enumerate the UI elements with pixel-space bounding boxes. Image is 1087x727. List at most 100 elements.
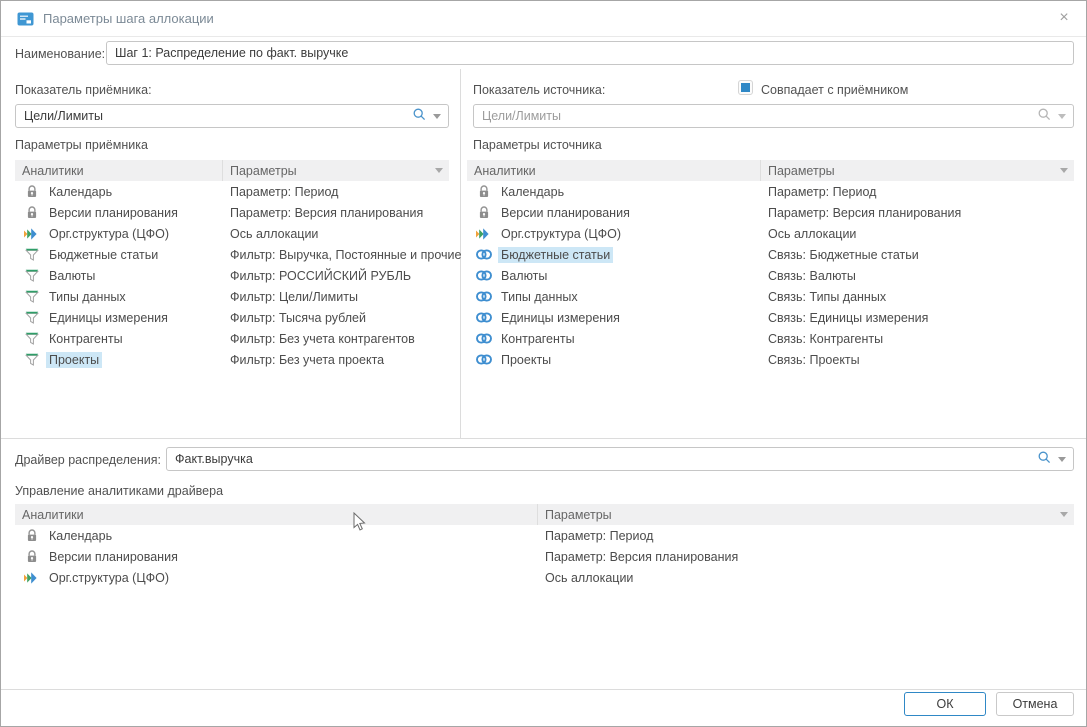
row-label: Типы данных — [46, 289, 129, 305]
link-icon — [475, 291, 492, 302]
dialog-form-icon — [17, 12, 34, 26]
filter-icon — [23, 353, 40, 366]
column-filter-button[interactable] — [1054, 504, 1074, 525]
table-row[interactable]: ПроектыСвязь: Проекты — [467, 349, 1074, 370]
row-param: Фильтр: Тысяча рублей — [223, 311, 449, 325]
row-label: Орг.структура (ЦФО) — [46, 570, 172, 586]
match-receiver-checkbox-label: Совпадает с приёмником — [761, 83, 908, 97]
row-label: Контрагенты — [46, 331, 126, 347]
table-row[interactable]: Орг.структура (ЦФО) Ось аллокации — [15, 223, 449, 244]
table-row[interactable]: Единицы измеренияФильтр: Тысяча рублей — [15, 307, 449, 328]
receiver-section-title: Параметры приёмника — [15, 138, 148, 152]
chevron-down-icon — [1060, 512, 1068, 517]
row-param: Фильтр: Без учета проекта — [223, 353, 449, 367]
column-header-parameters: Параметры — [538, 508, 1054, 522]
column-filter-button[interactable] — [429, 160, 449, 181]
table-row[interactable]: Версии планированияПараметр: Версия план… — [15, 546, 1074, 567]
axis-icon — [475, 228, 492, 240]
column-header-parameters: Параметры — [761, 164, 1054, 178]
section-divider — [1, 438, 1086, 439]
receiver-indicator-input[interactable]: Цели/Лимиты — [15, 104, 449, 128]
row-param: Параметр: Период — [538, 529, 1074, 543]
table-header: АналитикиПараметры — [467, 160, 1074, 181]
row-param: Ось аллокации — [761, 227, 1074, 241]
chevron-down-icon[interactable] — [433, 114, 441, 119]
link-icon — [475, 270, 492, 281]
row-label: Календарь — [498, 184, 567, 200]
row-label: Орг.структура (ЦФО) — [46, 226, 172, 242]
row-param: Связь: Валюты — [761, 269, 1074, 283]
match-receiver-checkbox[interactable] — [738, 80, 753, 95]
driver-input[interactable]: Факт.выручка — [166, 447, 1074, 471]
row-label: Календарь — [46, 184, 115, 200]
search-icon[interactable] — [1037, 450, 1052, 468]
row-param: Фильтр: Выручка, Постоянные и прочие — [223, 248, 461, 262]
row-param: Связь: Проекты — [761, 353, 1074, 367]
column-header-parameters: Параметры — [223, 164, 429, 178]
title-bar: Параметры шага аллокации × — [1, 1, 1086, 37]
table-row[interactable]: Календарь Параметр: Период — [15, 525, 1074, 546]
row-param: Связь: Контрагенты — [761, 332, 1074, 346]
row-label: Бюджетные статьи — [498, 247, 613, 263]
lock-icon — [475, 206, 492, 219]
row-label: Бюджетные статьи — [46, 247, 161, 263]
table-row[interactable]: Версии планирования Параметр: Версия план… — [467, 202, 1074, 223]
ok-button[interactable]: ОК — [904, 692, 986, 716]
table-row[interactable]: КалендарьПараметр: Период — [467, 181, 1074, 202]
column-header-analytics: Аналитики — [467, 160, 761, 181]
receiver-indicator-label: Показатель приёмника: — [15, 83, 152, 97]
table-row[interactable]: ПроектыФильтр: Без учета проекта — [15, 349, 449, 370]
table-row[interactable]: Типы данныхСвязь: Типы данных — [467, 286, 1074, 307]
link-icon — [475, 354, 492, 365]
row-param: Параметр: Версия планирования — [761, 206, 1074, 220]
row-param: Связь: Типы данных — [761, 290, 1074, 304]
column-filter-button[interactable] — [1054, 160, 1074, 181]
filter-icon — [23, 290, 40, 303]
row-param: Параметр: Версия планирования — [538, 550, 1074, 564]
source-section-title: Параметры источника — [473, 138, 602, 152]
row-label: Валюты — [46, 268, 98, 284]
axis-icon — [23, 228, 40, 240]
dialog-title: Параметры шага аллокации — [43, 11, 214, 26]
chevron-down-icon — [435, 168, 443, 173]
row-param: Фильтр: Цели/Лимиты — [223, 290, 449, 304]
table-header: АналитикиПараметры — [15, 504, 1074, 525]
row-label: Контрагенты — [498, 331, 578, 347]
table-row[interactable]: Единицы измеренияСвязь: Единицы измерени… — [467, 307, 1074, 328]
close-icon[interactable]: × — [1055, 9, 1073, 27]
row-label: Орг.структура (ЦФО) — [498, 226, 624, 242]
chevron-down-icon[interactable] — [1058, 457, 1066, 462]
name-input[interactable]: Шаг 1: Распределение по факт. выручке — [106, 41, 1074, 65]
table-header: АналитикиПараметры — [15, 160, 449, 181]
footer-divider — [1, 689, 1086, 690]
table-row[interactable]: Орг.структура (ЦФО) Ось аллокации — [467, 223, 1074, 244]
row-param: Фильтр: Без учета контрагентов — [223, 332, 449, 346]
lock-icon — [23, 185, 40, 198]
driver-section-title: Управление аналитиками драйвера — [15, 484, 223, 498]
row-param: Ось аллокации — [223, 227, 449, 241]
filter-icon — [23, 311, 40, 324]
table-row[interactable]: ВалютыФильтр: РОССИЙСКИЙ РУБЛЬ — [15, 265, 449, 286]
table-row[interactable]: Бюджетные статьиФильтр: Выручка, Постоян… — [15, 244, 449, 265]
name-input-value: Шаг 1: Распределение по факт. выручке — [115, 46, 1073, 60]
cancel-button[interactable]: Отмена — [996, 692, 1074, 716]
row-param: Параметр: Версия планирования — [223, 206, 449, 220]
table-row[interactable]: Контрагенты Связь: Контрагенты — [467, 328, 1074, 349]
link-icon — [475, 249, 492, 260]
table-row[interactable]: Типы данных Фильтр: Цели/Лимиты — [15, 286, 449, 307]
table-row[interactable]: Орг.структура (ЦФО)Ось аллокации — [15, 567, 1074, 588]
checkbox-checked-mark — [741, 83, 750, 92]
table-row[interactable]: Контрагенты Фильтр: Без учета контрагенто… — [15, 328, 449, 349]
row-param: Связь: Единицы измерения — [761, 311, 1074, 325]
table-row[interactable]: Бюджетные статьиСвязь: Бюджетные статьи — [467, 244, 1074, 265]
link-icon — [475, 333, 492, 344]
row-label: Версии планирования — [498, 205, 633, 221]
table-row[interactable]: КалендарьПараметр: Период — [15, 181, 449, 202]
filter-icon — [23, 332, 40, 345]
lock-icon — [475, 185, 492, 198]
receiver-table: АналитикиПараметрыКалендарьПараметр: Пер… — [15, 160, 449, 370]
search-icon[interactable] — [412, 107, 427, 125]
table-row[interactable]: ВалютыСвязь: Валюты — [467, 265, 1074, 286]
row-label: Календарь — [46, 528, 115, 544]
table-row[interactable]: Версии планированияПараметр: Версия план… — [15, 202, 449, 223]
